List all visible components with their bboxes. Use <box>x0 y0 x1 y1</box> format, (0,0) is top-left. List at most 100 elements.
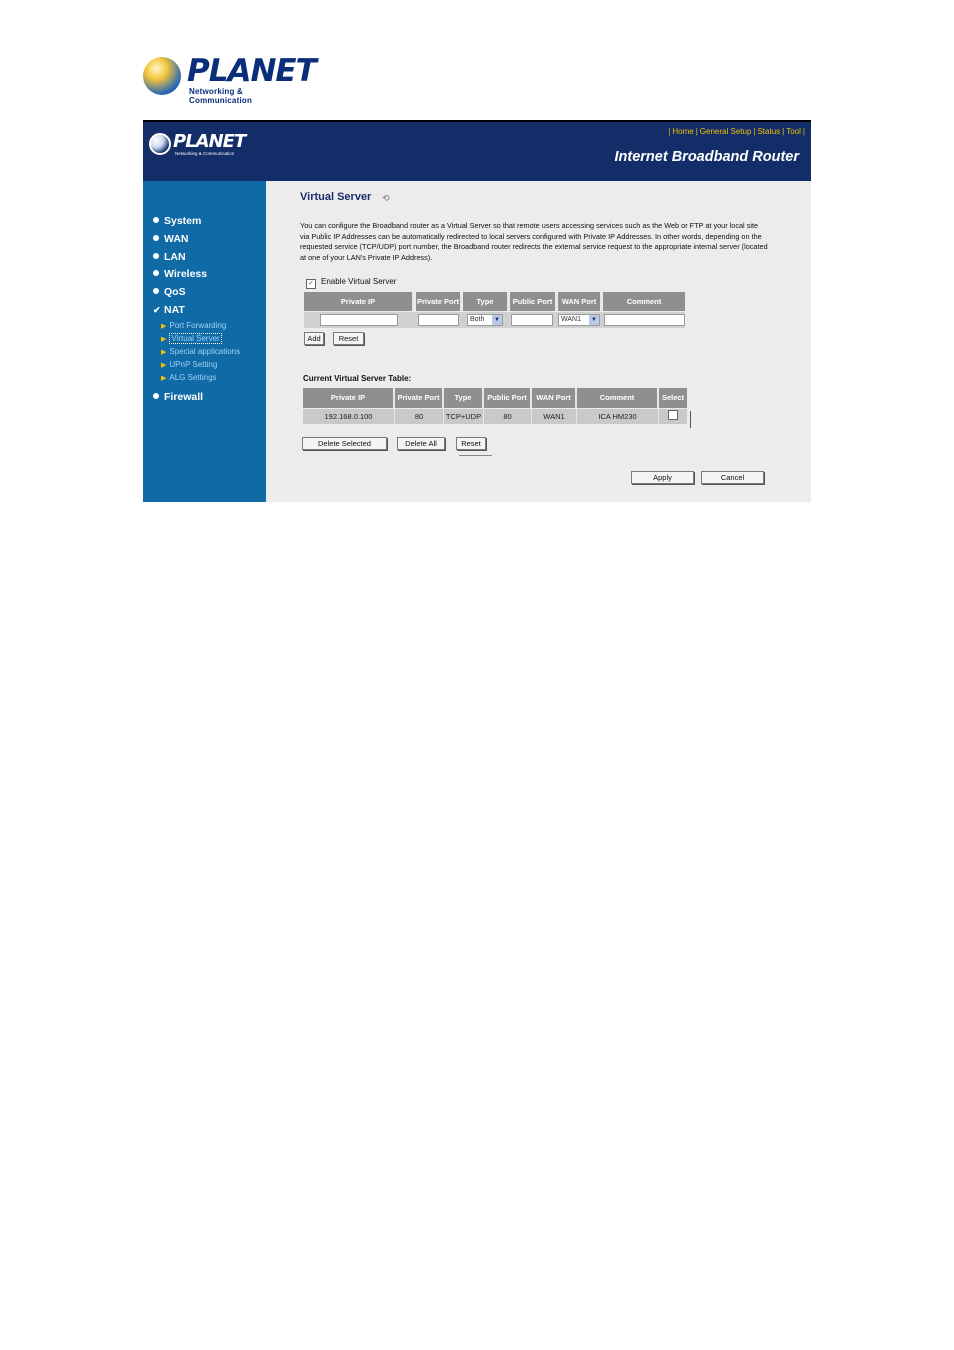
sidebar-item-nat[interactable]: ✔ NAT <box>153 304 185 316</box>
cancel-button[interactable]: Cancel <box>701 471 764 484</box>
sidebar-item-lan[interactable]: LAN <box>153 251 186 263</box>
sidebar-subitem-alg-settings[interactable]: ▶ ALG Settings <box>161 373 217 382</box>
router-header: PLANET Networking & Communication | Home |… <box>143 122 811 181</box>
sidebar-subitem-label: ALG Settings <box>169 373 217 382</box>
arrow-right-icon: ▶ <box>161 323 167 330</box>
sidebar-subitem-port-forwarding[interactable]: ▶ Port Forwarding <box>161 321 226 330</box>
bullet-icon <box>153 217 159 223</box>
wan-port-select-value: WAN1 <box>561 316 581 323</box>
enable-virtual-server[interactable]: ✓ Enable Virtual Server <box>306 277 396 289</box>
delete-selected-button[interactable]: Delete Selected <box>302 437 387 450</box>
cell-public-port: 80 <box>484 409 532 424</box>
chevron-down-icon: ▼ <box>589 315 599 325</box>
bullet-icon <box>153 235 159 241</box>
form-header-comment: Comment <box>603 292 685 311</box>
cell-type: TCP+UDP <box>444 409 484 424</box>
private-port-input[interactable] <box>418 314 459 326</box>
nav-general-setup-link[interactable]: General Setup <box>700 127 752 136</box>
cell-private-ip: 192.168.0.100 <box>303 409 395 424</box>
arrow-right-icon: ▶ <box>161 349 167 356</box>
table-header-comment: Comment <box>577 388 659 408</box>
sidebar-subitem-upnp-setting[interactable]: ▶ UPnP Setting <box>161 360 217 369</box>
sidebar-item-label: NAT <box>164 304 185 316</box>
table-header-select: Select <box>659 388 687 408</box>
arrow-right-icon: ▶ <box>161 362 167 369</box>
sidebar-item-label: Wireless <box>164 268 208 280</box>
divider <box>459 455 492 456</box>
page-description: You can configure the Broadband router a… <box>300 221 768 262</box>
wan-port-select[interactable]: WAN1 ▼ <box>558 314 600 326</box>
form-header-wan-port: WAN Port <box>558 292 602 311</box>
table-reset-button[interactable]: Reset <box>456 437 486 450</box>
planet-logo: PLANET Networking & Communication <box>143 53 317 105</box>
public-port-input[interactable] <box>511 314 553 326</box>
delete-all-button[interactable]: Delete All <box>397 437 445 450</box>
enable-virtual-server-label: Enable Virtual Server <box>321 277 397 286</box>
nav-tool-link[interactable]: Tool <box>786 127 801 136</box>
table-header-private-ip: Private IP <box>303 388 395 408</box>
header-globe-icon <box>149 133 171 155</box>
sidebar-item-wireless[interactable]: Wireless <box>153 268 207 280</box>
enable-virtual-server-checkbox[interactable]: ✓ <box>306 279 316 289</box>
arrow-right-icon: ▶ <box>161 375 167 382</box>
product-title: Internet Broadband Router <box>614 149 799 165</box>
nav-home-link[interactable]: Home <box>672 127 693 136</box>
sidebar-item-qos[interactable]: QoS <box>153 286 186 298</box>
form-header-public-port: Public Port <box>510 292 557 311</box>
check-icon: ✔ <box>153 305 161 315</box>
apply-button[interactable]: Apply <box>631 471 694 484</box>
sidebar-item-firewall[interactable]: Firewall <box>153 391 203 403</box>
form-header-type: Type <box>463 292 509 311</box>
cell-private-port: 80 <box>395 409 444 424</box>
sidebar-item-label: System <box>164 215 202 227</box>
help-icon[interactable]: ⟲ <box>382 193 390 204</box>
table-header-type: Type <box>444 388 484 408</box>
text-cursor <box>690 411 691 428</box>
row-select-checkbox[interactable] <box>668 410 678 420</box>
table-title: Current Virtual Server Table: <box>303 374 412 383</box>
sidebar-subitem-virtual-server[interactable]: ▶ Virtual Server <box>161 333 222 344</box>
bullet-icon <box>153 270 159 276</box>
top-navigation: | Home | General Setup | Status | Tool | <box>668 127 805 136</box>
sidebar-subitem-label: Virtual Server <box>169 333 222 344</box>
logo-wordmark: PLANET <box>187 53 317 89</box>
arrow-right-icon: ▶ <box>161 336 167 343</box>
page-title: Virtual Server <box>300 191 372 203</box>
add-button[interactable]: Add <box>304 332 324 345</box>
header-logo-wordmark: PLANET <box>173 131 246 152</box>
form-header-private-ip: Private IP <box>304 292 414 311</box>
table-header-private-port: Private Port <box>395 388 444 408</box>
sidebar-item-label: LAN <box>164 251 186 263</box>
type-select-value: Both <box>470 316 485 323</box>
reset-button[interactable]: Reset <box>333 332 364 345</box>
type-select[interactable]: Both ▼ <box>467 314 503 326</box>
sidebar-subitem-label: UPnP Setting <box>169 360 218 369</box>
bullet-icon <box>153 253 159 259</box>
sidebar-item-wan[interactable]: WAN <box>153 233 189 245</box>
nav-status-link[interactable]: Status <box>757 127 780 136</box>
sidebar-item-label: Firewall <box>164 391 204 403</box>
private-ip-input[interactable] <box>320 314 398 326</box>
header-logo-tagline: Networking & Communication <box>175 151 235 156</box>
bullet-icon <box>153 393 159 399</box>
sidebar-item-label: QoS <box>164 286 186 298</box>
sidebar-subitem-label: Port Forwarding <box>169 321 227 330</box>
router-ui-window: PLANET Networking & Communication | Home |… <box>143 120 811 502</box>
bullet-icon <box>153 288 159 294</box>
table-header-public-port: Public Port <box>484 388 532 408</box>
chevron-down-icon: ▼ <box>492 315 502 325</box>
form-header-private-port: Private Port <box>416 292 462 311</box>
comment-input[interactable] <box>604 314 685 326</box>
sidebar: System WAN LAN Wireless QoS ✔ NAT ▶ Port F… <box>143 181 266 502</box>
sidebar-subitem-special-applications[interactable]: ▶ Special applications <box>161 347 240 356</box>
cell-comment: ICA HM230 <box>577 409 659 424</box>
header-logo: PLANET Networking & Communication <box>149 131 259 161</box>
sidebar-item-system[interactable]: System <box>153 215 201 227</box>
table-header-wan-port: WAN Port <box>532 388 577 408</box>
logo-tagline: Networking & Communication <box>189 87 253 105</box>
sidebar-item-label: WAN <box>164 233 189 245</box>
main-content: Virtual Server ⟲ You can configure the B… <box>266 181 811 502</box>
sidebar-subitem-label: Special applications <box>169 347 241 356</box>
cell-wan-port: WAN1 <box>532 409 577 424</box>
cell-select <box>659 409 687 424</box>
